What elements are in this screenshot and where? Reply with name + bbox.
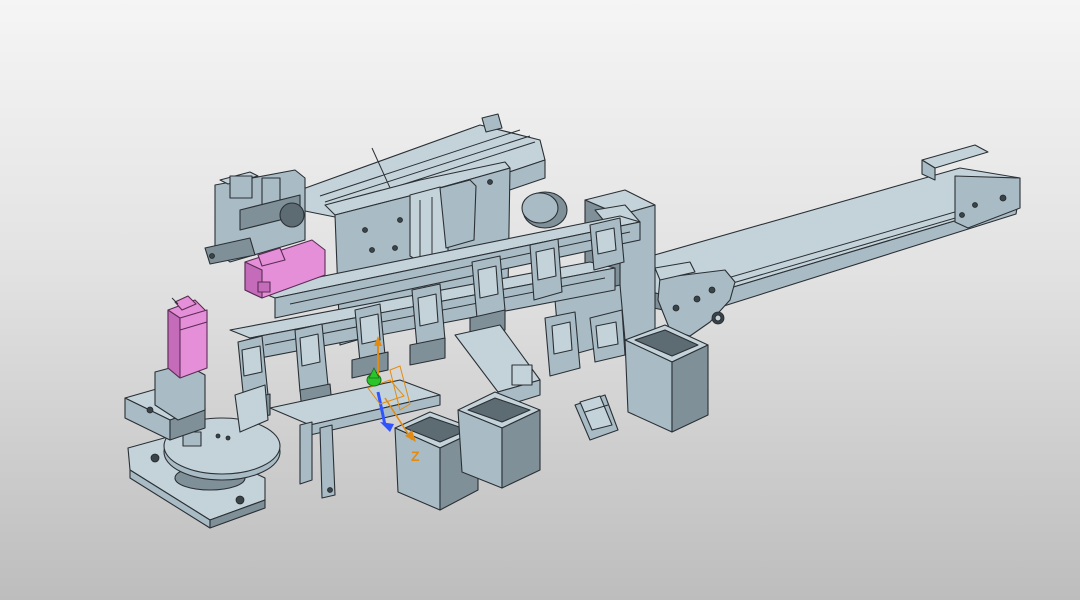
cad-3d-viewport[interactable]: .f { fill: #a9bcc6; stroke: #2b3034; str… bbox=[0, 0, 1080, 600]
rear-drum[interactable] bbox=[521, 191, 568, 229]
conveyor-arm[interactable] bbox=[629, 144, 1021, 337]
axis-label-z: Z bbox=[411, 448, 420, 464]
rotary-turntable[interactable] bbox=[124, 363, 281, 529]
bin-right[interactable] bbox=[624, 324, 709, 433]
bin-front-middle[interactable] bbox=[457, 391, 541, 489]
servo-motor-vertical[interactable] bbox=[167, 295, 208, 379]
pneumatic-cylinder[interactable] bbox=[574, 394, 619, 441]
assembly-model[interactable]: .f { fill: #a9bcc6; stroke: #2b3034; str… bbox=[0, 0, 1080, 600]
